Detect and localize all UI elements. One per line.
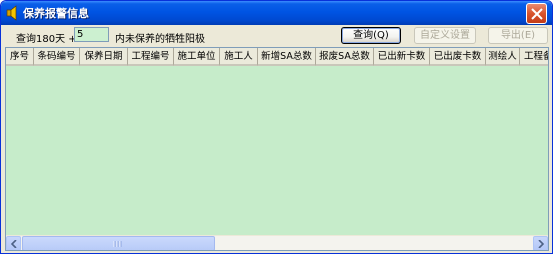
column-header-new-cards[interactable]: 已出新卡数 [374, 48, 430, 66]
scroll-right-button[interactable] [533, 236, 548, 250]
query-prefix-label: 查询180天 + [16, 34, 77, 45]
column-header-new-sa[interactable]: 新增SA总数 [258, 48, 316, 66]
column-header-maint-date[interactable]: 保养日期 [80, 48, 128, 66]
scroll-left-button[interactable] [6, 236, 21, 250]
query-toolbar: 查询180天 + 内未保养的牺牲阳极 查询(Q) 自定义设置 导出(E) [4, 25, 549, 47]
grid-header: 序号 条码编号 保养日期 工程编号 施工单位 施工人 新增SA总数 报废SA总数… [6, 48, 548, 66]
window-title: 保养报警信息 [23, 7, 89, 20]
column-header-barcode[interactable]: 条码编号 [34, 48, 80, 66]
speaker-icon [6, 5, 17, 21]
column-header-surveyor[interactable]: 测绘人 [486, 48, 520, 66]
column-header-contractor[interactable]: 施工单位 [174, 48, 220, 66]
days-input[interactable] [74, 27, 109, 42]
column-header-project-no[interactable]: 工程编号 [128, 48, 174, 66]
grip-icon [113, 241, 122, 247]
title-bar[interactable]: 保养报警信息 [1, 1, 552, 25]
column-header-worker[interactable]: 施工人 [220, 48, 258, 66]
column-header-scrap-cards[interactable]: 已出废卡数 [430, 48, 486, 66]
query-suffix-label: 内未保养的牺牲阳极 [115, 34, 205, 45]
arrow-right-icon [538, 240, 544, 248]
arrow-left-icon [11, 240, 17, 248]
query-button[interactable]: 查询(Q) [341, 27, 401, 44]
client-area: 查询180天 + 内未保养的牺牲阳极 查询(Q) 自定义设置 导出(E) 序号 … [4, 25, 549, 252]
export-button[interactable]: 导出(E) [488, 27, 548, 44]
alarm-grid[interactable]: 序号 条码编号 保养日期 工程编号 施工单位 施工人 新增SA总数 报废SA总数… [5, 47, 549, 251]
close-button[interactable] [526, 3, 547, 24]
close-icon [531, 8, 543, 20]
scroll-thumb[interactable] [22, 236, 215, 250]
custom-settings-button[interactable]: 自定义设置 [414, 27, 476, 44]
column-header-project-remark[interactable]: 工程备 [520, 48, 548, 66]
alarm-window: 保养报警信息 查询180天 + 内未保养的牺牲阳极 查询(Q) 自定义设置 导出… [0, 0, 553, 254]
column-header-scrap-sa[interactable]: 报废SA总数 [316, 48, 374, 66]
horizontal-scrollbar[interactable] [6, 235, 548, 250]
column-header-index[interactable]: 序号 [6, 48, 34, 66]
